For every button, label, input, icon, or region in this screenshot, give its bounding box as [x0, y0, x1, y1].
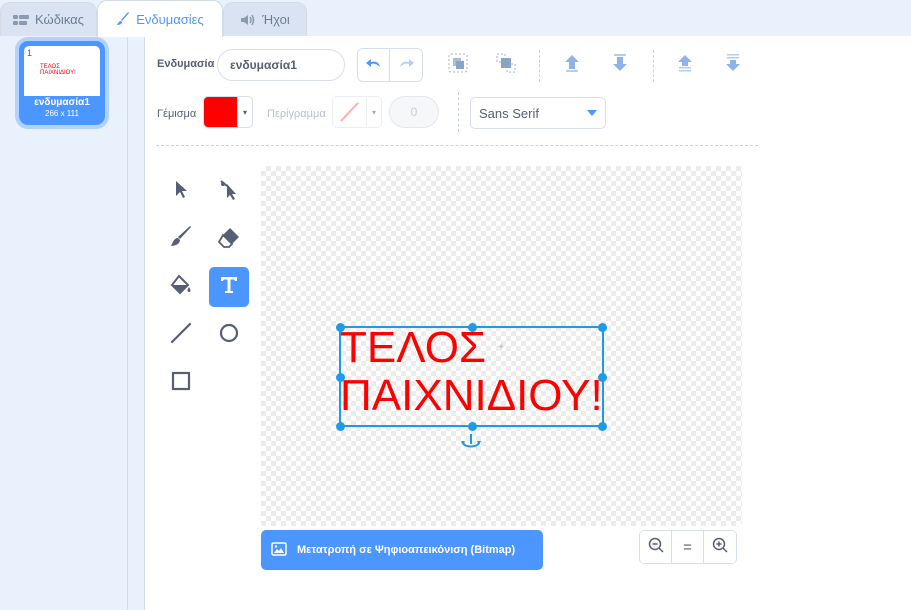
code-icon [13, 14, 30, 26]
font-dropdown-value: Sans Serif [479, 105, 539, 121]
toolbar-divider-2 [653, 50, 654, 82]
backward-button[interactable] [605, 50, 635, 80]
tab-sounds[interactable]: Ήχοι [223, 2, 307, 36]
back-button[interactable] [718, 50, 748, 80]
fill-label: Γέμισμα [157, 108, 197, 120]
equals-icon: = [683, 538, 692, 556]
line-icon [170, 322, 192, 349]
tab-costumes-label: Ενδυμασίες [136, 11, 204, 27]
thumbnail-text-line2: ΠΑΙΧΝΙΔΙΟΥ! [40, 70, 76, 76]
circle-icon [218, 322, 240, 349]
costume-number: 1 [27, 48, 33, 58]
resize-handle-right[interactable] [598, 373, 607, 382]
costume-name-input[interactable]: ενδυμασία1 [217, 49, 345, 81]
toolbar-divider-3 [458, 92, 459, 132]
tab-sounds-label: Ήχοι [262, 12, 290, 27]
resize-handle-left[interactable] [336, 373, 345, 382]
tab-code-label: Κώδικας [35, 12, 84, 27]
font-dropdown[interactable]: Sans Serif [470, 97, 606, 129]
arrow-pointer-icon [172, 179, 190, 204]
no-outline-swatch [333, 97, 366, 127]
brush-icon [170, 225, 192, 253]
circle-tool[interactable] [209, 315, 249, 355]
arrow-up-icon [562, 53, 582, 78]
reshape-icon [218, 178, 240, 205]
toolbar-divider [539, 50, 540, 82]
tab-costumes[interactable]: Ενδυμασίες [97, 0, 223, 37]
zoom-reset-button[interactable]: = [672, 531, 704, 563]
group-icon [447, 52, 469, 79]
line-tool[interactable] [161, 315, 201, 355]
convert-to-bitmap-label: Μετατροπή σε Ψηφιοαπεικόνιση (Bitmap) [297, 544, 516, 556]
costume-thumbnail: 1 ΤΕΛΟΣ ΠΑΙΧΝΙΔΙΟΥ! [24, 46, 100, 96]
resize-handle-bottom-right[interactable] [598, 422, 607, 431]
zoom-in-icon [712, 537, 728, 557]
resize-handle-bottom-left[interactable] [336, 422, 345, 431]
fill-color-picker[interactable]: ▾ [203, 96, 253, 128]
ungroup-button[interactable] [491, 50, 521, 80]
chevron-down-icon: ▾ [366, 97, 381, 127]
redo-icon [398, 56, 414, 74]
convert-to-bitmap-button[interactable]: Μετατροπή σε Ψηφιοαπεικόνιση (Bitmap) [261, 530, 543, 570]
undo-redo-group [357, 48, 423, 82]
chevron-down-icon: ▾ [237, 97, 252, 127]
costume-size: 266 x 111 [45, 109, 79, 118]
zoom-out-button[interactable] [640, 531, 672, 563]
fill-tool[interactable] [161, 267, 201, 307]
costume-list: 1 ΤΕΛΟΣ ΠΑΙΧΝΙΔΙΟΥ! ενδυμασία1 266 x 111 [0, 36, 128, 610]
send-to-back-icon [723, 53, 743, 78]
resize-handle-top[interactable] [468, 323, 477, 332]
redo-button[interactable] [390, 49, 422, 81]
group-button[interactable] [443, 50, 473, 80]
brush-icon [116, 12, 130, 26]
outline-label: Περίγραμμα [267, 108, 326, 120]
undo-icon [365, 56, 382, 74]
outline-color-picker[interactable]: ▾ [332, 96, 382, 128]
text-tool[interactable] [209, 267, 249, 307]
ungroup-icon [495, 52, 517, 79]
image-icon [271, 541, 287, 559]
text-t-icon [219, 275, 239, 300]
paint-bucket-icon [170, 273, 192, 301]
reshape-tool[interactable] [209, 171, 249, 211]
forward-button[interactable] [557, 50, 587, 80]
rectangle-icon [170, 370, 192, 397]
tab-code[interactable]: Κώδικας [0, 2, 97, 36]
thumbnail-text: ΤΕΛΟΣ ΠΑΙΧΝΙΔΙΟΥ! [40, 64, 76, 76]
paint-editor: Ενδυμασία ενδυμασία1 Γέμισμα ▾ Περίγραμμ… [145, 36, 911, 610]
paint-canvas[interactable]: ΤΕΛΟΣ ΠΑΙΧΝΙΔΙΟΥ! ✦ [261, 166, 742, 526]
speaker-icon [240, 14, 256, 26]
costume-name: ενδυμασία1 [34, 97, 90, 108]
costume-card[interactable]: 1 ΤΕΛΟΣ ΠΑΙΧΝΙΔΙΟΥ! ενδυμασία1 266 x 111 [19, 41, 105, 125]
outline-width-input[interactable]: 0 [389, 96, 439, 128]
costume-list-scrollbar[interactable] [128, 36, 145, 610]
arrow-down-icon [610, 53, 630, 78]
tab-bar: Κώδικας Ενδυμασίες Ήχοι [0, 0, 911, 37]
costume-name-label: Ενδυμασία [157, 58, 215, 70]
front-button[interactable] [670, 50, 700, 80]
zoom-in-button[interactable] [704, 531, 736, 563]
rotate-icon [460, 434, 482, 454]
eraser-icon [217, 226, 240, 253]
eraser-tool[interactable] [209, 219, 249, 259]
resize-handle-top-right[interactable] [598, 323, 607, 332]
select-tool[interactable] [161, 171, 201, 211]
brush-tool[interactable] [161, 219, 201, 259]
rectangle-tool[interactable] [161, 363, 201, 403]
fill-color-swatch [204, 97, 237, 127]
zoom-controls: = [639, 530, 737, 564]
zoom-out-icon [648, 537, 664, 557]
rotate-handle[interactable] [460, 434, 482, 455]
bring-to-front-icon [675, 53, 695, 78]
caret-down-icon [587, 110, 597, 116]
toolbar-separator [156, 145, 758, 146]
undo-button[interactable] [358, 49, 390, 81]
resize-handle-bottom[interactable] [468, 422, 477, 431]
selection-box[interactable] [336, 323, 607, 431]
resize-handle-top-left[interactable] [336, 323, 345, 332]
